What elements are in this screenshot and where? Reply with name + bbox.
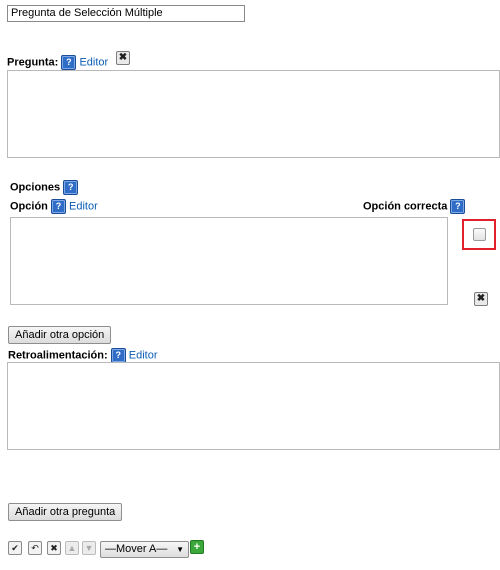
question-editor-link[interactable]: Editor — [79, 56, 108, 68]
options-heading: Opciones — [10, 181, 61, 194]
feedback-editor-link[interactable]: Editor — [129, 349, 158, 361]
correct-option-label-row: Opción correcta ? — [363, 199, 466, 214]
question-help-icon[interactable]: ? — [61, 55, 77, 70]
correct-option-checkbox[interactable] — [473, 228, 486, 241]
move-to-select-value: —Mover A— — [105, 543, 168, 555]
add-question-button[interactable]: Añadir otra pregunta — [8, 503, 123, 521]
feedback-textarea[interactable] — [7, 362, 500, 450]
add-icon[interactable]: + — [190, 540, 204, 554]
move-down-icon[interactable]: ▼ — [82, 541, 96, 555]
correct-option-label: Opción correcta — [363, 200, 448, 213]
feedback-label: Retroalimentación: — [8, 349, 108, 362]
question-label-row: Pregunta: ? Editor — [7, 55, 108, 70]
chevron-down-icon: ▼ — [176, 545, 184, 554]
add-option-button[interactable]: Añadir otra opción — [8, 326, 112, 344]
delete-question-icon[interactable]: ✖ — [47, 541, 61, 555]
option-textarea[interactable] — [10, 217, 448, 305]
remove-option-icon[interactable]: ✖ — [474, 292, 488, 306]
option-label-row: Opción ? Editor — [10, 199, 98, 214]
option-label: Opción — [10, 200, 48, 213]
correct-option-help-icon[interactable]: ? — [450, 199, 466, 214]
options-help-icon[interactable]: ? — [63, 180, 79, 195]
move-to-select[interactable]: —Mover A— ▼ — [100, 541, 189, 558]
undo-icon[interactable]: ↶ — [28, 541, 42, 555]
question-label: Pregunta: — [7, 56, 59, 69]
options-heading-row: Opciones ? — [10, 180, 79, 195]
question-title-input[interactable]: Pregunta de Selección Múltiple — [7, 5, 245, 22]
feedback-label-row: Retroalimentación: ? Editor — [8, 348, 158, 363]
question-close-icon[interactable]: ✖ — [116, 51, 130, 65]
check-icon[interactable]: ✔ — [8, 541, 22, 555]
option-help-icon[interactable]: ? — [50, 199, 66, 214]
move-up-icon[interactable]: ▲ — [65, 541, 79, 555]
question-textarea[interactable] — [7, 70, 500, 158]
option-editor-link[interactable]: Editor — [69, 200, 98, 212]
feedback-help-icon[interactable]: ? — [110, 348, 126, 363]
